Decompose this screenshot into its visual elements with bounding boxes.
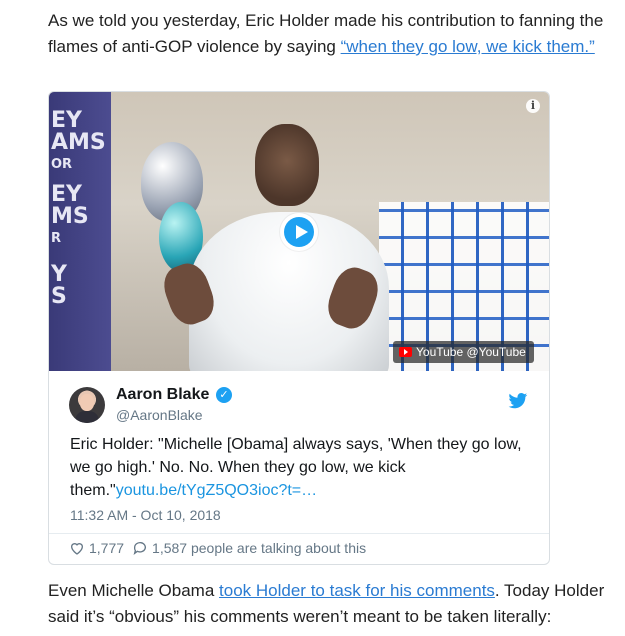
play-triangle [296,225,308,239]
youtube-icon [399,347,412,357]
took-holder-to-task-link[interactable]: took Holder to task for his comments [219,581,495,600]
avatar[interactable] [69,387,105,423]
video-player[interactable]: EY AMS OR EY MS R Y S i YouTube @YouTube [49,92,549,371]
twitter-bird-icon[interactable] [508,391,528,411]
avatar-suit [75,411,99,423]
talking-count: 1,587 people are talking about this [152,540,367,556]
author-handle[interactable]: @AaronBlake [116,407,203,423]
tweet-header: Aaron Blake ✓ @AaronBlake [49,371,549,431]
banner-text: EY [51,182,82,207]
banner-text: Y [51,262,67,287]
article-paragraph-2: Even Michelle Obama took Holder to task … [48,578,608,630]
like-count: 1,777 [89,540,125,556]
conversation-action[interactable]: 1,587 people are talking about this [132,540,366,556]
tweet-timestamp[interactable]: 11:32 AM - Oct 10, 2018 [70,507,221,523]
article-paragraph-1: As we told you yesterday, Eric Holder ma… [48,8,608,60]
youtube-label: YouTube @YouTube [416,345,526,359]
heart-icon [70,543,84,555]
banner-text: MS [51,204,89,229]
verified-icon: ✓ [216,387,232,403]
youtube-badge[interactable]: YouTube @YouTube [393,341,534,363]
divider [49,533,549,534]
tweet-actions: 1,777 1,587 people are talking about thi… [69,535,366,561]
like-action[interactable]: 1,777 [69,540,124,556]
comment-icon [133,542,147,555]
info-icon[interactable]: i [526,99,540,113]
banner-text: EY [51,108,82,133]
play-button[interactable] [280,213,318,251]
campaign-banner: EY AMS OR EY MS R Y S [49,92,111,371]
author-name[interactable]: Aaron Blake [116,386,209,404]
banner-text: AMS [51,130,106,155]
banner-text: R [51,231,62,246]
tweet-text: Eric Holder: "Michelle [Obama] always sa… [70,433,535,502]
embedded-tweet: EY AMS OR EY MS R Y S i YouTube @YouTube [48,91,550,565]
avatar-face [80,394,94,411]
tweet-link[interactable]: youtu.be/tYgZ5QO3ioc?t=… [116,482,317,499]
banner-text: OR [51,157,73,172]
when-they-go-low-link[interactable]: “when they go low, we kick them.” [341,37,595,56]
speaker-head [255,124,319,206]
paragraph-text: Even Michelle Obama [48,581,220,600]
banner-text: S [51,284,67,309]
